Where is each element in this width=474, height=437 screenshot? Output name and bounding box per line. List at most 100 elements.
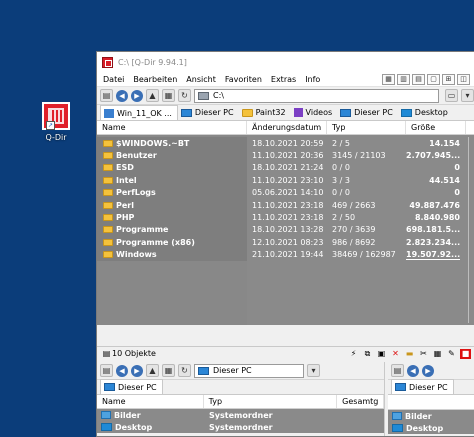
forward-icon[interactable]: ▶ <box>131 364 143 377</box>
table-row[interactable]: ESD 18.10.2021 21:24 0 / 0 0 <box>97 161 474 175</box>
layout-single-icon[interactable]: ▢ <box>427 73 440 85</box>
cell-size: 49.887.476 <box>406 201 466 210</box>
folder-icon <box>103 152 113 160</box>
pc-icon <box>340 108 352 117</box>
title-bar[interactable]: C:\ [Q-Dir 9.94.1] <box>97 52 474 72</box>
file-list[interactable]: $WINDOWS.~BT 18.10.2021 20:59 2 / 5 14.154 B… <box>97 135 474 325</box>
menu-info[interactable]: Info <box>305 75 320 84</box>
view-icon[interactable]: ▦ <box>162 364 175 377</box>
table-row[interactable]: Windows 21.10.2021 19:44 38469 / 162987 19.… <box>97 248 474 261</box>
cell-date: 18.10.2021 13:28 <box>252 225 324 235</box>
options-icon[interactable]: ▾ <box>461 89 474 102</box>
lower-left-pane[interactable]: ▤ ◀ ▶ ▲ ▦ ↻ Dieser PC ▾ Dieser PC Name T… <box>97 362 385 436</box>
file-name: ESD <box>116 163 134 173</box>
panel-icon[interactable]: ▤ <box>100 89 113 102</box>
paste-icon[interactable]: ▣ <box>376 349 387 359</box>
column-name[interactable]: Name <box>97 121 247 134</box>
menu-ansicht[interactable]: Ansicht <box>186 75 216 84</box>
lightning-icon[interactable]: ⚡ <box>348 349 359 359</box>
lower-right-pane[interactable]: ▤ ◀ ▶ Dieser PC Bilder Desktop <box>385 362 474 436</box>
table-row[interactable]: PerfLogs 05.06.2021 14:10 0 / 0 0 <box>97 186 474 199</box>
desktop-icon-q-dir[interactable]: ↗ Q-Dir <box>38 102 74 142</box>
table-row[interactable]: PHP 11.10.2021 23:18 2 / 50 8.840.980 <box>97 211 474 224</box>
table-row[interactable]: Intel 11.10.2021 23:10 3 / 3 44.514 <box>97 174 474 187</box>
tab-label: Win_11_OK ... <box>117 108 172 118</box>
file-name: Programme (x86) <box>116 237 195 247</box>
tab-desktop[interactable]: Desktop <box>398 105 453 120</box>
menu-extras[interactable]: Extras <box>271 75 296 84</box>
lower-left-address[interactable]: Dieser PC <box>194 363 304 378</box>
cell-date: 18.10.2021 21:24 <box>252 163 324 173</box>
column-size[interactable]: Größe <box>406 121 466 134</box>
cell-size: 2.823.234... <box>406 238 466 247</box>
table-row[interactable]: Programme (x86) 12.10.2021 08:23 986 / 869… <box>97 236 474 249</box>
column-date[interactable]: Änderungsdatum <box>247 121 327 134</box>
table-row[interactable]: Perl 11.10.2021 23:18 469 / 2663 49.887.476 <box>97 198 474 212</box>
status-icons: ⚡ ⧉ ▣ ✕ ▬ ✂ ▦ ✎ ■ <box>348 348 474 359</box>
delete-icon[interactable]: ✕ <box>390 349 401 359</box>
tab-dieser-pc[interactable]: Dieser PC <box>391 379 454 394</box>
view-icon[interactable]: ▦ <box>162 89 175 102</box>
folder-up-icon[interactable]: ▲ <box>146 364 159 377</box>
panel-icon[interactable]: ▤ <box>100 364 113 377</box>
tab-paint32[interactable]: Paint32 <box>239 105 291 120</box>
folder-icon[interactable]: ▬ <box>404 349 415 359</box>
column-type[interactable]: Typ <box>204 395 338 408</box>
refresh-icon[interactable]: ↻ <box>178 89 191 102</box>
edit-icon[interactable]: ✎ <box>446 349 457 359</box>
layout-split-icon[interactable]: ◫ <box>457 73 470 85</box>
pc-icon <box>198 366 209 375</box>
close-pane-icon[interactable]: ■ <box>460 348 471 359</box>
menu-datei[interactable]: Datei <box>103 75 124 84</box>
tab-dieser-pc[interactable]: Dieser PC <box>100 379 163 394</box>
tab-dieser-pc[interactable]: Dieser PC <box>178 105 239 120</box>
panel-icon[interactable]: ▤ <box>391 364 404 377</box>
address-text: C:\ <box>213 91 224 100</box>
table-row[interactable]: Benutzer 11.10.2021 20:36 3145 / 21103 2.70… <box>97 149 474 162</box>
list-item[interactable]: Desktop Systemordner <box>97 421 384 433</box>
layout-quad-icon[interactable]: ⊞ <box>442 73 455 85</box>
tab-videos[interactable]: Videos <box>291 105 338 120</box>
back-icon[interactable]: ◀ <box>116 364 128 377</box>
main-toolbar: ▤ ◀ ▶ ▲ ▦ ↻ C:\ ▭ ▾ <box>97 87 474 105</box>
file-name: PerfLogs <box>116 188 156 198</box>
q-dir-app-icon: ↗ <box>42 102 70 130</box>
layout-vertical-icon[interactable]: ▥ <box>397 73 410 85</box>
column-name[interactable]: Name <box>97 395 204 408</box>
address-bar[interactable]: C:\ <box>194 88 439 103</box>
forward-icon[interactable]: ▶ <box>131 89 143 102</box>
menu-bearbeiten[interactable]: Bearbeiten <box>133 75 177 84</box>
cut-icon[interactable]: ✂ <box>418 349 429 359</box>
list-item[interactable]: Bilder Systemordner <box>97 409 384 421</box>
cell-type: 38469 / 162987 <box>332 250 396 260</box>
layout-horizontal-icon[interactable]: ▤ <box>412 73 425 85</box>
tab-dieser-pc-2[interactable]: Dieser PC <box>337 105 398 120</box>
desktop-shortcut-icon[interactable]: ▭ <box>445 89 458 102</box>
back-icon[interactable]: ◀ <box>407 364 419 377</box>
folder-up-icon[interactable]: ▲ <box>146 89 159 102</box>
table-row[interactable]: $WINDOWS.~BT 18.10.2021 20:59 2 / 5 14.154 <box>97 137 474 150</box>
cell-date: 11.10.2021 23:18 <box>252 200 324 210</box>
back-icon[interactable]: ◀ <box>116 89 128 102</box>
q-dir-window[interactable]: C:\ [Q-Dir 9.94.1] Datei Bearbeiten Ansi… <box>96 51 474 437</box>
list-item[interactable]: Desktop <box>388 422 474 434</box>
lower-panes: ▤ ◀ ▶ ▲ ▦ ↻ Dieser PC ▾ Dieser PC Name T… <box>97 362 474 436</box>
tab-win11[interactable]: Win_11_OK ... <box>100 105 178 120</box>
refresh-icon[interactable]: ↻ <box>178 364 191 377</box>
list-item[interactable]: Bilder <box>388 410 474 422</box>
folder-icon <box>103 238 113 246</box>
options-icon[interactable]: ▾ <box>307 364 320 377</box>
column-total-size[interactable]: Gesamtg <box>337 395 384 408</box>
layout-grid-icon[interactable]: ▦ <box>382 73 395 85</box>
panel-icon[interactable]: ▤ <box>101 349 112 359</box>
menu-favoriten[interactable]: Favoriten <box>225 75 262 84</box>
table-row[interactable]: Programme 18.10.2021 13:28 270 / 3639 698.1… <box>97 223 474 237</box>
file-name: PHP <box>116 213 135 223</box>
copy-icon[interactable]: ⧉ <box>362 349 373 359</box>
vertical-scrollbar[interactable] <box>465 137 472 323</box>
properties-icon[interactable]: ▦ <box>432 349 443 359</box>
cell-type: 3 / 3 <box>332 175 350 185</box>
cell-size: 0 <box>406 163 466 172</box>
forward-icon[interactable]: ▶ <box>422 364 434 377</box>
column-type[interactable]: Typ <box>327 121 406 134</box>
